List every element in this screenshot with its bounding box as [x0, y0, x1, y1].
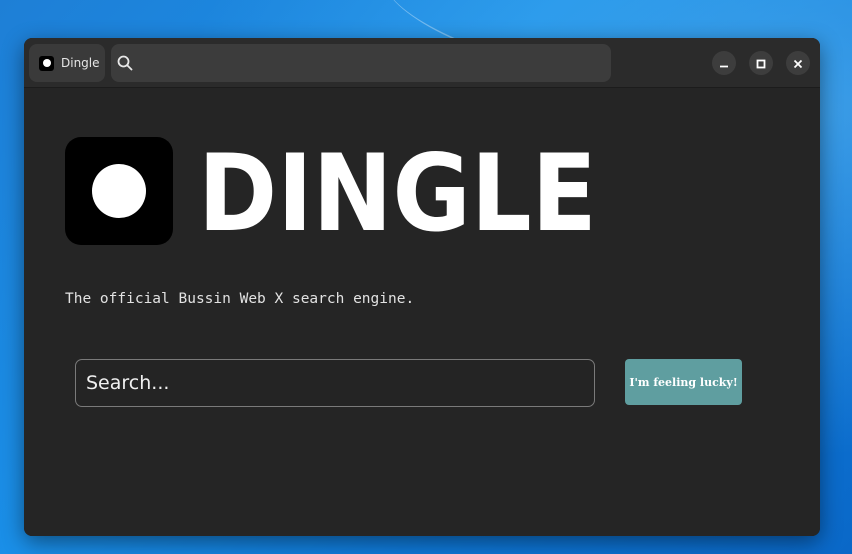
tab-dingle[interactable]: Dingle — [29, 44, 105, 82]
maximize-icon — [756, 54, 766, 73]
dingle-logo-icon — [65, 137, 173, 245]
close-icon — [793, 54, 803, 73]
minimize-button[interactable] — [712, 51, 736, 75]
logo-wordmark: DINGLE — [198, 132, 597, 255]
feeling-lucky-button[interactable]: I'm feeling lucky! — [625, 359, 742, 405]
address-bar[interactable] — [111, 44, 611, 82]
address-input[interactable] — [139, 55, 599, 71]
minimize-icon — [719, 54, 729, 73]
close-button[interactable] — [786, 51, 810, 75]
tab-title: Dingle — [61, 56, 100, 70]
search-input[interactable] — [75, 359, 595, 407]
maximize-button[interactable] — [749, 51, 773, 75]
page-content: DINGLE The official Bussin Web X search … — [24, 89, 820, 536]
logo-dot — [92, 164, 146, 218]
page-tagline: The official Bussin Web X search engine. — [65, 291, 415, 307]
search-icon — [117, 55, 133, 71]
dingle-favicon-icon — [39, 55, 54, 71]
browser-titlebar: Dingle — [24, 38, 820, 88]
browser-window: Dingle DINGLE The official Bussin Web X … — [24, 38, 820, 536]
